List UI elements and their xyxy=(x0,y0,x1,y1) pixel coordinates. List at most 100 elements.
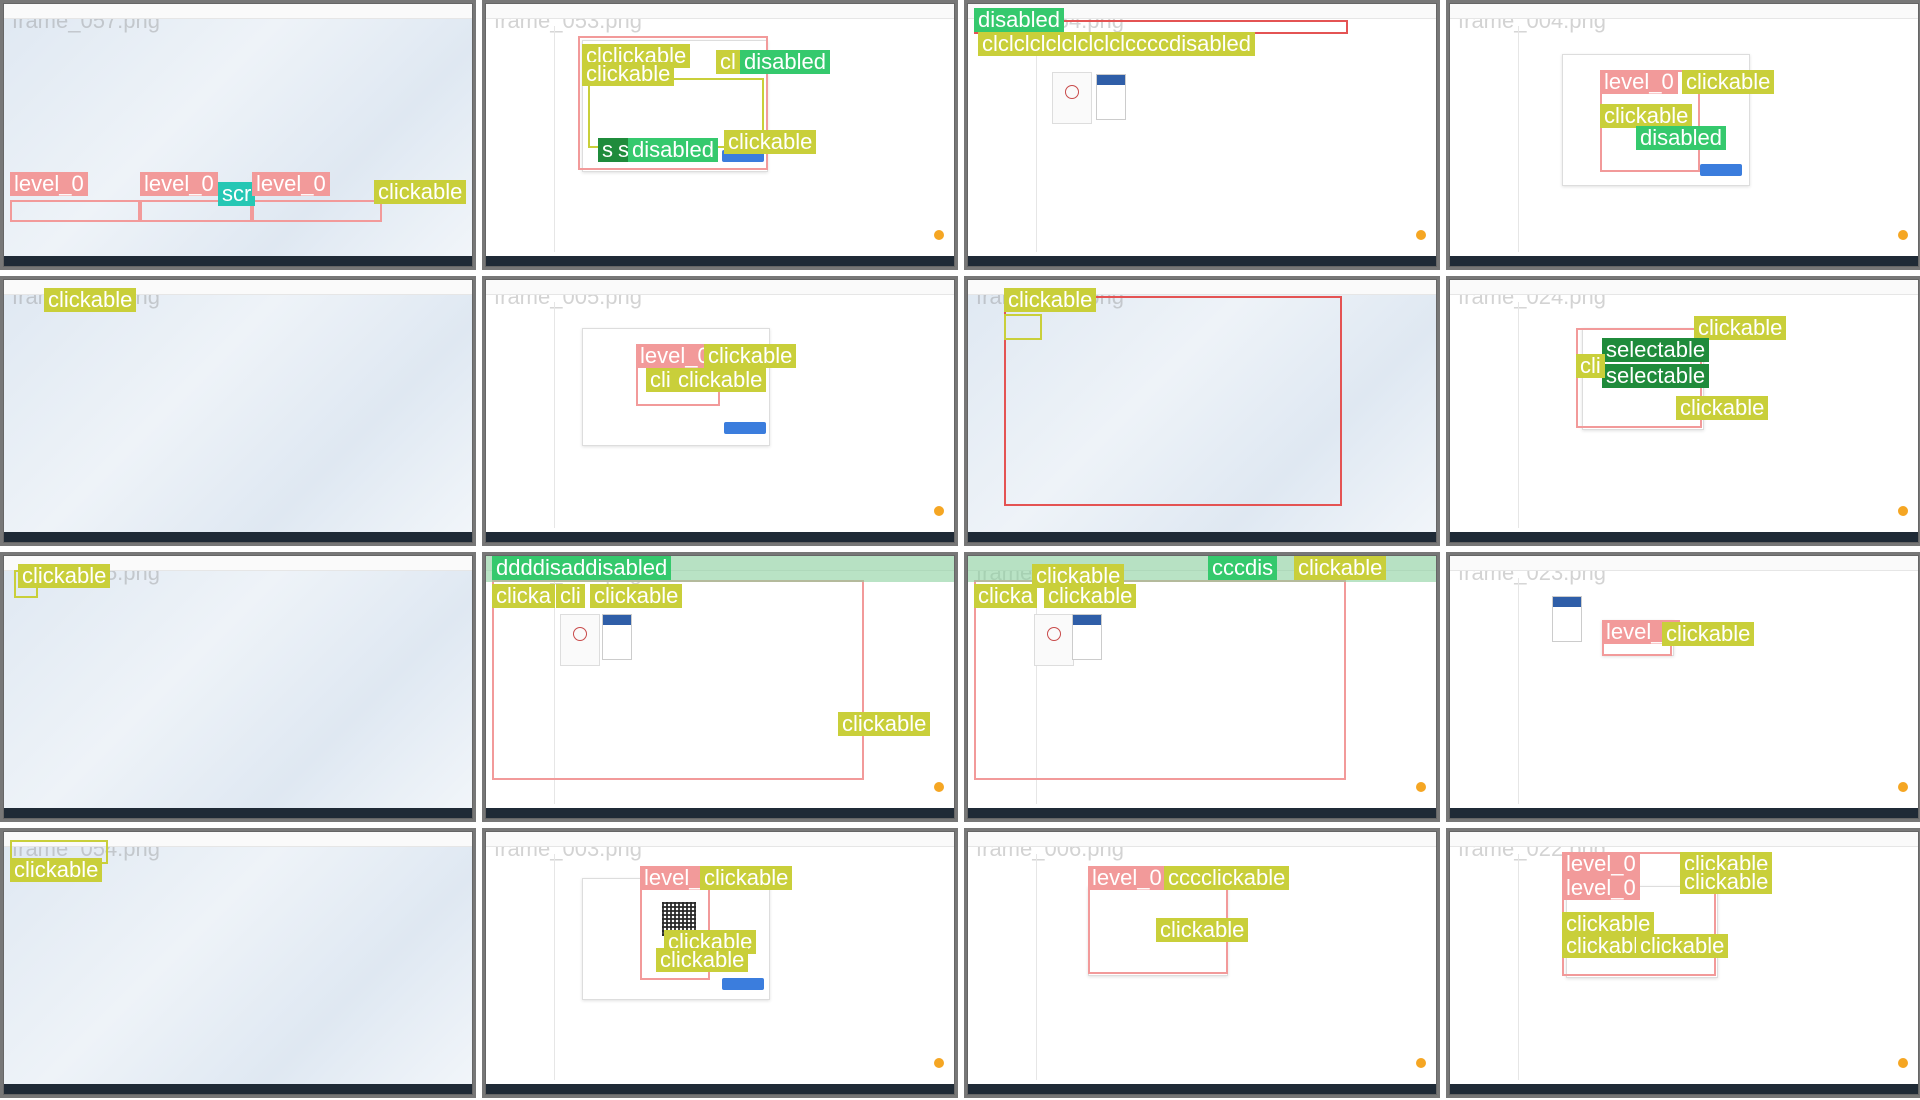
thumbnail-header xyxy=(1073,615,1101,625)
label-clickable: clickable xyxy=(1156,918,1249,942)
document-thumbnail[interactable] xyxy=(1072,614,1102,660)
tile-frame-055: frame_055.png clickable xyxy=(0,552,476,822)
label-clickable: clickable xyxy=(674,368,767,392)
label-level: level_0 xyxy=(10,172,88,196)
thumbnail[interactable] xyxy=(1034,614,1074,666)
taskbar xyxy=(1450,808,1918,818)
sidebar xyxy=(494,302,555,528)
app-screenshot: frame_003.png level_0 clickable clickabl… xyxy=(485,831,955,1095)
label-clickable: cli xyxy=(1576,354,1605,378)
tile-frame-058: frame_058.png clickable xyxy=(0,276,476,546)
tile-frame-006: frame_006.png level_0 cccclickable click… xyxy=(964,828,1440,1098)
app-screenshot: frame_053.png clclickable clickable cl d… xyxy=(485,3,955,267)
thumbnail[interactable] xyxy=(560,614,600,666)
label-clickable: clickable xyxy=(1682,70,1775,94)
floating-orange-icon xyxy=(1416,1058,1426,1068)
floating-orange-icon xyxy=(1898,230,1908,240)
sidebar xyxy=(494,26,555,252)
tile-frame-059: frame_059.png clickable xyxy=(964,276,1440,546)
document-thumbnail[interactable] xyxy=(1552,596,1582,642)
taskbar xyxy=(968,532,1436,542)
label-clickable: clickable xyxy=(1004,288,1097,312)
desktop-screenshot: frame_059.png clickable xyxy=(967,279,1437,543)
top-window-bar xyxy=(486,4,954,19)
tile-frame-023: frame_023.png level_0 clickable xyxy=(1446,552,1920,822)
highlight-box xyxy=(1004,314,1042,340)
label-clickable: clickable xyxy=(700,866,793,890)
sidebar xyxy=(1458,26,1519,252)
label-clickable: clickable xyxy=(656,948,749,972)
label-clickable: clickable xyxy=(374,180,467,204)
primary-button[interactable] xyxy=(1700,164,1742,176)
thumbnail[interactable] xyxy=(1052,72,1092,124)
tile-frame-005: frame_005.png level_0 clickable cli clic… xyxy=(482,276,958,546)
floating-orange-icon xyxy=(934,506,944,516)
top-window-bar xyxy=(4,832,472,847)
taskbar xyxy=(968,1084,1436,1094)
sidebar xyxy=(976,578,1037,804)
tile-frame-053: frame_053.png clclickable clickable cl d… xyxy=(482,0,958,270)
label-clickable: clickable xyxy=(1676,396,1769,420)
document-thumbnail[interactable] xyxy=(602,614,632,660)
floating-orange-icon xyxy=(934,230,944,240)
app-screenshot: frame_004.png level_0 clickable clickabl… xyxy=(1449,3,1919,267)
label-clickable: clickable xyxy=(10,858,103,882)
label-clickable: clickable xyxy=(44,288,137,312)
tile-frame-054: frame_054.png disabled clclclclclclclclc… xyxy=(964,0,1440,270)
highlight-box xyxy=(1004,296,1342,506)
label-level: level_0 xyxy=(252,172,330,196)
screenshot-grid: frame_057.png level_0 level_0 scr level_… xyxy=(0,0,1920,1100)
taskbar xyxy=(4,808,472,818)
floating-orange-icon xyxy=(1416,230,1426,240)
top-window-bar xyxy=(1450,4,1918,19)
floating-orange-icon xyxy=(934,1058,944,1068)
label-clickable: clickable xyxy=(590,584,683,608)
taskbar xyxy=(486,256,954,266)
label-selectable: selectable xyxy=(1602,338,1710,362)
label-clickable: cli xyxy=(646,368,675,392)
document-thumbnail[interactable] xyxy=(1096,74,1126,120)
primary-button[interactable] xyxy=(722,978,764,990)
app-screenshot: frame_006.png level_0 cccclickable click… xyxy=(967,831,1437,1095)
sidebar xyxy=(494,854,555,1080)
app-screenshot: frame_002.png clickable clicka clickable… xyxy=(967,555,1437,819)
label-clickable: clickable xyxy=(1294,556,1387,580)
label-disabled: disabled xyxy=(628,138,718,162)
tile-frame-057: frame_057.png level_0 level_0 scr level_… xyxy=(0,0,476,270)
label-level: level_0 xyxy=(1088,866,1166,890)
sidebar xyxy=(1458,302,1519,528)
add-icon xyxy=(573,627,587,641)
content-area xyxy=(1040,26,1428,252)
top-window-bar xyxy=(4,4,472,19)
primary-button[interactable] xyxy=(724,422,766,434)
sidebar xyxy=(494,578,555,804)
desktop-screenshot: frame_054.png clickable xyxy=(3,831,473,1095)
desktop-screenshot: frame_055.png clickable xyxy=(3,555,473,819)
label-clickable: clicka xyxy=(974,584,1038,608)
app-screenshot: frame_022.png level_0 level_0 clickable … xyxy=(1449,831,1919,1095)
label-clickable: clclclclclclclclclccccdisabled xyxy=(978,32,1255,56)
top-window-bar xyxy=(486,280,954,295)
taskbar xyxy=(4,256,472,266)
taskbar xyxy=(4,532,472,542)
content-area xyxy=(558,578,946,804)
label-level: level_0 xyxy=(1562,852,1640,876)
label-disabled: disabled xyxy=(740,50,830,74)
label-level: level_0 xyxy=(636,344,714,368)
top-window-bar xyxy=(968,832,1436,847)
label-clickable: clickable xyxy=(1662,622,1755,646)
thumbnail-header xyxy=(1097,75,1125,85)
taskbar xyxy=(968,256,1436,266)
label-clickable: clickable xyxy=(1044,584,1137,608)
tile-frame-022: frame_022.png level_0 level_0 clickable … xyxy=(1446,828,1920,1098)
content-area xyxy=(1040,578,1428,804)
label-disabled: disabled xyxy=(1636,126,1726,150)
highlight-box xyxy=(252,200,382,222)
sidebar xyxy=(976,854,1037,1080)
label-clickable: clicka xyxy=(492,584,556,608)
tile-frame-003: frame_003.png level_0 clickable clickabl… xyxy=(482,828,958,1098)
label-level: level_0 xyxy=(140,172,218,196)
app-screenshot: frame_024.png clickable selectable selec… xyxy=(1449,279,1919,543)
highlight-box xyxy=(10,200,140,222)
label-disabled: ddddisaddisabled xyxy=(492,556,672,580)
